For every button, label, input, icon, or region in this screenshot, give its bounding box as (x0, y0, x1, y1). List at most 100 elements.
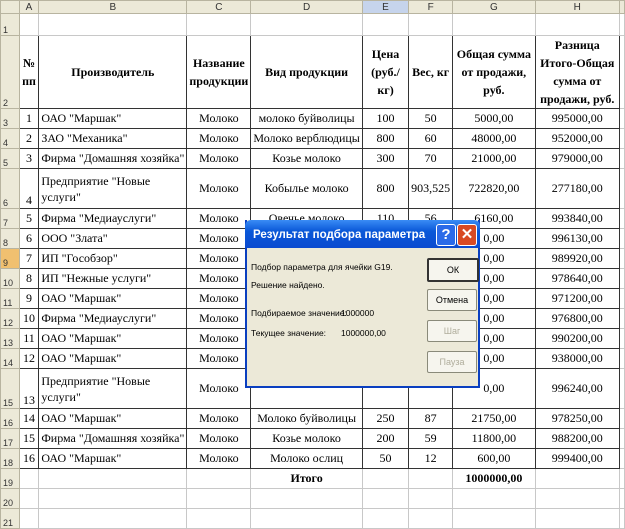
cell-diff[interactable]: 971200,00 (534, 288, 620, 309)
row-header[interactable]: 2 (0, 35, 20, 109)
cell[interactable] (250, 488, 363, 509)
ok-button[interactable]: ОК (427, 258, 479, 282)
cell-price[interactable]: 50 (361, 448, 410, 469)
cell-producer[interactable]: ЗАО "Механика" (38, 128, 188, 149)
cell-total[interactable]: 21000,00 (452, 148, 536, 169)
cell-name[interactable]: Молоко (186, 328, 252, 349)
cell[interactable] (361, 508, 410, 529)
col-header[interactable]: C (186, 0, 252, 14)
row-header[interactable]: 1 (0, 13, 20, 36)
cell-weight[interactable]: 903,525 (408, 168, 454, 209)
cell-weight[interactable]: 59 (408, 428, 454, 449)
col-header[interactable]: E (361, 0, 410, 14)
cell[interactable] (18, 468, 40, 489)
cell[interactable] (38, 468, 188, 489)
cell[interactable] (452, 488, 536, 509)
cell-weight[interactable]: 12 (408, 448, 454, 469)
cell[interactable] (534, 508, 620, 529)
col-header[interactable]: B (38, 0, 188, 14)
cell-producer[interactable]: ОАО "Маршак" (38, 108, 188, 129)
cell-producer[interactable]: Предприятие "Новые услуги" (38, 368, 188, 409)
cell-name[interactable]: Молоко (186, 408, 252, 429)
cell-price[interactable]: 250 (361, 408, 410, 429)
cell[interactable] (408, 468, 454, 489)
cell-name[interactable]: Молоко (186, 288, 252, 309)
cell-total[interactable]: 11800,00 (452, 428, 536, 449)
cell-weight[interactable]: 60 (408, 128, 454, 149)
cell-type[interactable]: Молоко ослиц (250, 448, 363, 469)
row-header[interactable]: 19 (0, 468, 20, 489)
cell[interactable] (534, 488, 620, 509)
cell-price[interactable]: 800 (361, 128, 410, 149)
help-icon[interactable]: ? (436, 224, 456, 246)
cell-type[interactable]: Кобылье молоко (250, 168, 363, 209)
cell-name[interactable]: Молоко (186, 428, 252, 449)
cell-price[interactable]: 100 (361, 108, 410, 129)
row-header[interactable]: 17 (0, 428, 20, 449)
cell-num[interactable]: 9 (18, 288, 40, 309)
cell-type[interactable]: Молоко буйволицы (250, 408, 363, 429)
cell-producer[interactable]: ОАО "Маршак" (38, 448, 188, 469)
row-header[interactable]: 15 (0, 368, 20, 409)
cell-diff[interactable]: 996240,00 (534, 368, 620, 409)
cell-num[interactable]: 5 (18, 208, 40, 229)
cell-price[interactable]: 300 (361, 148, 410, 169)
cell-diff[interactable]: 978640,00 (534, 268, 620, 289)
cell-num[interactable]: 1 (18, 108, 40, 129)
row-header[interactable]: 13 (0, 328, 20, 349)
cell-producer[interactable]: Фирма "Домашняя хозяйка" (38, 148, 188, 169)
cell-diff[interactable]: 976800,00 (534, 308, 620, 329)
cell[interactable] (186, 488, 252, 509)
cell-num[interactable]: 2 (18, 128, 40, 149)
cell-producer[interactable]: ОАО "Маршак" (38, 328, 188, 349)
total-value[interactable]: 1000000,00 (452, 468, 536, 489)
cell-producer[interactable]: Фирма "Домашняя хозяйка" (38, 428, 188, 449)
row-header[interactable]: 5 (0, 148, 20, 169)
cell-producer[interactable]: ИП "Гособзор" (38, 248, 188, 269)
cell-producer[interactable]: ОАО "Маршак" (38, 408, 188, 429)
cell-producer[interactable]: ИП "Нежные услуги" (38, 268, 188, 289)
cell-name[interactable]: Молоко (186, 108, 252, 129)
cell-name[interactable]: Молоко (186, 268, 252, 289)
cell-price[interactable]: 800 (361, 168, 410, 209)
cell-name[interactable]: Молоко (186, 208, 252, 229)
row-header[interactable]: 9 (0, 248, 20, 269)
cell-num[interactable]: 3 (18, 148, 40, 169)
row-header[interactable]: 7 (0, 208, 20, 229)
cancel-button[interactable]: Отмена (427, 289, 477, 311)
cell[interactable] (361, 488, 410, 509)
cell-type[interactable]: Козье молоко (250, 428, 363, 449)
cell-diff[interactable]: 990200,00 (534, 328, 620, 349)
cell-diff[interactable]: 989920,00 (534, 248, 620, 269)
cell-price[interactable]: 200 (361, 428, 410, 449)
cell-name[interactable]: Молоко (186, 448, 252, 469)
cell-total[interactable]: 21750,00 (452, 408, 536, 429)
cell-diff[interactable]: 995000,00 (534, 108, 620, 129)
cell-name[interactable]: Молоко (186, 368, 252, 409)
cell-num[interactable]: 10 (18, 308, 40, 329)
cell-type[interactable]: молоко буйволицы (250, 108, 363, 129)
cell-num[interactable]: 4 (18, 168, 40, 209)
cell-diff[interactable]: 988200,00 (534, 428, 620, 449)
cell-weight[interactable]: 70 (408, 148, 454, 169)
row-header[interactable]: 11 (0, 288, 20, 309)
cell[interactable] (250, 508, 363, 529)
cell[interactable] (186, 508, 252, 529)
cell[interactable] (408, 508, 454, 529)
row-header[interactable]: 8 (0, 228, 20, 249)
cell-total[interactable]: 48000,00 (452, 128, 536, 149)
cell-producer[interactable]: ОАО "Маршак" (38, 348, 188, 369)
cell-diff[interactable]: 993840,00 (534, 208, 620, 229)
cell[interactable] (38, 488, 188, 509)
cell[interactable] (452, 508, 536, 529)
col-header[interactable]: F (408, 0, 454, 14)
cell[interactable] (38, 508, 188, 529)
cell-diff[interactable]: 999400,00 (534, 448, 620, 469)
cell-num[interactable]: 15 (18, 428, 40, 449)
cell-num[interactable]: 7 (18, 248, 40, 269)
cell-num[interactable]: 16 (18, 448, 40, 469)
row-header[interactable]: 16 (0, 408, 20, 429)
cell[interactable] (361, 468, 410, 489)
cell-producer[interactable]: Фирма "Медиауслуги" (38, 208, 188, 229)
row-header[interactable]: 20 (0, 488, 20, 509)
